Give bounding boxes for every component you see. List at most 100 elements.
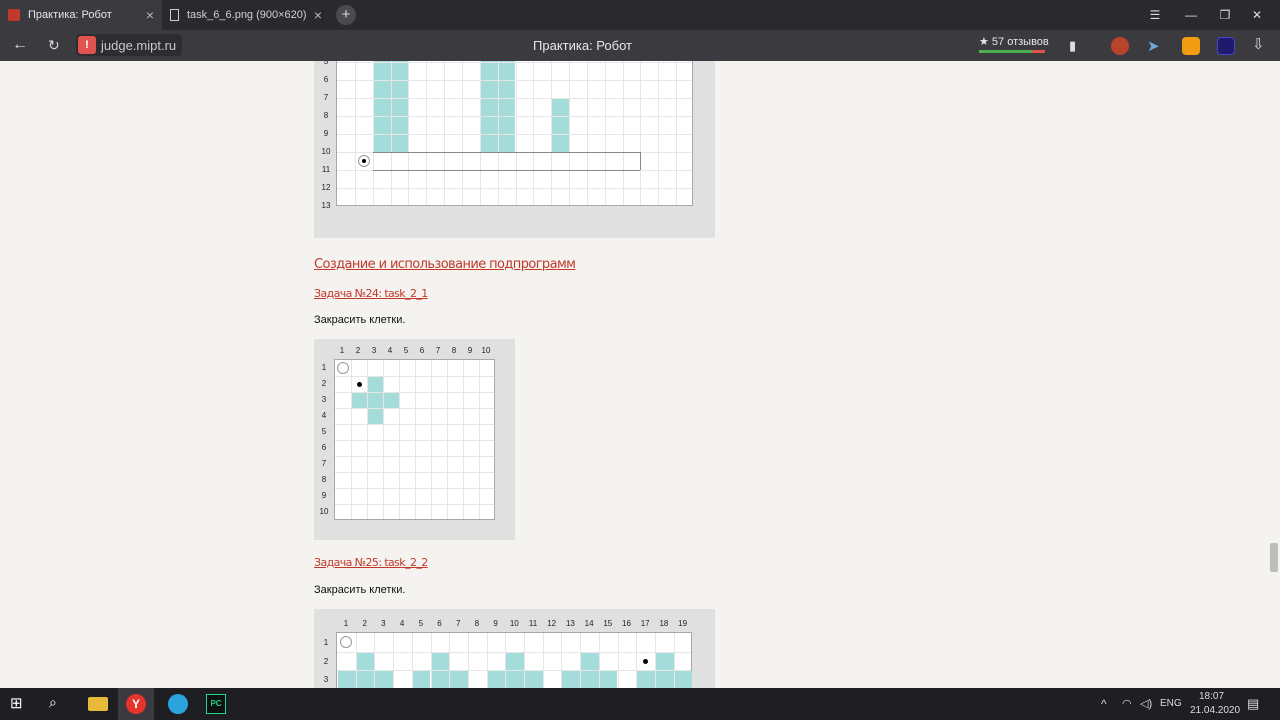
grid-label: 16 (622, 619, 631, 628)
grid-label: 8 (323, 111, 329, 120)
grid-label: 3 (321, 395, 327, 404)
grid-line (461, 61, 463, 205)
grid-line (354, 61, 356, 205)
painted-cell (391, 61, 409, 62)
painted-cell (562, 671, 581, 688)
grid-line (335, 456, 494, 457)
grid-line (335, 440, 494, 441)
section-heading-link[interactable]: Создание и использование подпрограмм (314, 257, 576, 272)
downloads-icon[interactable]: ⇩ (1252, 35, 1270, 53)
telegram-icon[interactable] (168, 694, 188, 714)
grid-label: 1 (339, 346, 345, 355)
menu-icon[interactable]: ☰ (1138, 0, 1172, 30)
grid-label: 7 (321, 459, 327, 468)
extension-icon[interactable] (1217, 37, 1235, 55)
painted-cell (373, 117, 391, 134)
painted-cell (450, 671, 468, 688)
notifications-icon[interactable]: ▤ (1247, 696, 1259, 712)
tray-expand-icon[interactable]: ^ (1101, 697, 1107, 711)
new-tab-button[interactable]: + (336, 5, 356, 25)
grid-label: 2 (321, 379, 327, 388)
grid-line (408, 61, 410, 205)
clock-date[interactable]: 21.04.2020 (1190, 705, 1240, 716)
yandex-browser-taskbar-button[interactable]: Y (118, 688, 154, 720)
grid-label: 19 (678, 619, 688, 628)
reviews-label: ★ 57 отзывов (979, 36, 1049, 48)
grid-line (658, 61, 660, 205)
grid-label: 7 (455, 619, 461, 628)
grid-label: 4 (321, 411, 327, 420)
close-tab-icon[interactable]: × (146, 7, 154, 23)
painted-cell (391, 81, 409, 98)
grid-line (335, 504, 494, 505)
grid-line (533, 61, 535, 205)
scrollbar[interactable] (1268, 61, 1280, 688)
task25-description: Закрасить клетки. (314, 584, 406, 596)
wall-line (640, 152, 642, 170)
painted-cell (506, 652, 524, 670)
close-window-button[interactable]: ✕ (1240, 0, 1274, 30)
wall-line (372, 152, 641, 153)
painted-cell (373, 99, 391, 116)
painted-cell (431, 671, 450, 688)
minimize-button[interactable]: — (1174, 0, 1208, 30)
messenger-extension-icon[interactable] (1182, 37, 1200, 55)
painted-cell (356, 652, 375, 670)
grid-line (426, 61, 428, 205)
grid-label: 2 (323, 656, 329, 666)
rating-bar (979, 50, 1045, 53)
task24-link[interactable]: Задача №24: task_2_1 (314, 287, 428, 300)
grid-line (467, 633, 469, 688)
telegram-extension-icon[interactable]: ➤ (1147, 37, 1165, 55)
tab-practice-robot[interactable]: Практика: Робот × (0, 0, 162, 30)
reviews-badge[interactable]: ★ 57 отзывов (979, 35, 1049, 53)
grid-label: 2 (355, 346, 361, 355)
grid-label: 5 (321, 427, 327, 436)
painted-cell (352, 393, 367, 408)
profile-avatar[interactable] (1111, 37, 1129, 55)
painted-cell (391, 117, 409, 134)
grid-label: 13 (321, 201, 331, 210)
bookmark-icon[interactable]: ▮ (1069, 38, 1076, 54)
painted-cell (525, 671, 543, 688)
grid-line (640, 61, 642, 205)
painted-cell (480, 135, 498, 152)
grid-line (569, 61, 571, 205)
painted-cell (368, 393, 383, 408)
painted-cell (368, 377, 383, 392)
language-indicator[interactable]: ENG (1160, 698, 1182, 709)
grid-label: 8 (474, 619, 480, 628)
windows-start-icon[interactable]: ⊞ (10, 694, 30, 714)
painted-cell (373, 135, 391, 152)
grid-label: 9 (323, 129, 329, 138)
grid-label: 1 (343, 619, 349, 628)
clock-time[interactable]: 18:07 (1199, 691, 1224, 702)
volume-icon[interactable]: ◁) (1140, 697, 1152, 710)
painted-cell (552, 99, 570, 116)
painted-cell (412, 671, 431, 688)
grid-label: 3 (323, 675, 329, 684)
file-explorer-icon[interactable] (88, 697, 108, 711)
page-content: 5 6 7 8 9 10 11 12 13 Создание и использование п… (0, 61, 1268, 688)
network-icon[interactable]: ◠ (1122, 697, 1132, 710)
close-tab-icon[interactable]: × (314, 7, 322, 23)
task25-link[interactable]: Задача №25: task_2_2 (314, 556, 428, 569)
painted-cell (498, 61, 516, 62)
grid-label: 9 (321, 491, 327, 500)
grid-label: 18 (659, 619, 669, 628)
scrollbar-thumb[interactable] (1270, 543, 1278, 572)
grid-line (617, 633, 619, 688)
robot-icon (357, 155, 370, 167)
grid-line (515, 61, 517, 205)
grid-label: 2 (362, 619, 367, 628)
robot-field (336, 632, 693, 688)
search-icon[interactable]: ⌕ (49, 694, 69, 714)
grid-label: 11 (528, 619, 538, 628)
task25-image: 1 2 3 4 5 6 7 8 9 10 11 12 13 14 15 16 17 18 19 1 2 3 (314, 609, 715, 688)
tab-image[interactable]: task_6_6.png (900×620) × (162, 0, 330, 30)
painted-cell (655, 652, 674, 670)
pycharm-icon[interactable]: PC (206, 694, 226, 714)
maximize-button[interactable]: ❐ (1208, 0, 1242, 30)
painted-cell (480, 99, 498, 116)
grid-label: 12 (321, 183, 331, 192)
